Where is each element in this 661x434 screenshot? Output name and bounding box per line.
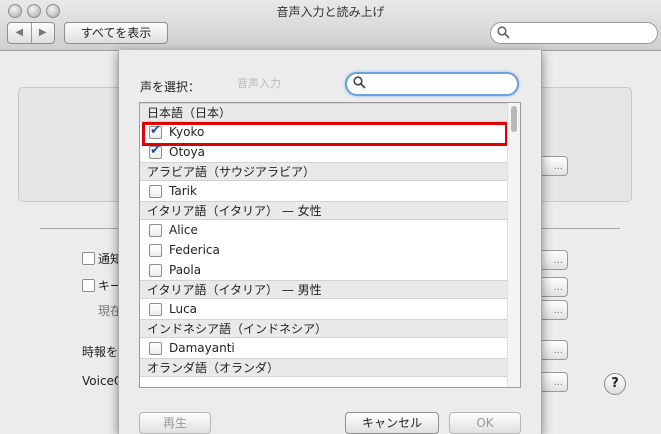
voice-list-item[interactable]: Tarik [140, 181, 507, 201]
voice-search-input[interactable] [345, 72, 519, 96]
voice-group-header: 日本語（日本） [140, 103, 507, 122]
voice-group-header: アラビア語（サウジアラビア） [140, 162, 507, 181]
back-button[interactable]: ◀ [8, 23, 31, 43]
voice-name-label: Tarik [169, 184, 197, 198]
back-forward-control: ◀ ▶ [7, 22, 55, 44]
forward-button[interactable]: ▶ [30, 23, 55, 43]
key-checkbox[interactable] [82, 279, 95, 292]
ok-button[interactable]: OK [449, 412, 521, 434]
window-title: 音声入力と読み上げ [276, 5, 385, 19]
voice-list-item[interactable]: Luca [140, 299, 507, 319]
voice-checkbox[interactable] [149, 263, 162, 277]
voice-list-item[interactable]: Paola [140, 260, 507, 280]
voice-checkbox[interactable] [149, 341, 162, 355]
voice-name-label: Damayanti [169, 341, 235, 355]
cancel-button[interactable]: キャンセル [345, 412, 439, 434]
voice-list-item[interactable]: Alice [140, 220, 507, 240]
voice-group-header: インドネシア語（インドネシア） [140, 319, 507, 338]
timesignal-label: 時報を [82, 345, 119, 359]
voice-list-item[interactable]: Federica [140, 240, 507, 260]
voice-list[interactable]: 日本語（日本）KyokoOtoyaアラビア語（サウジアラビア）Tarikイタリア… [139, 102, 521, 388]
help-button[interactable]: ? [604, 373, 626, 395]
voice-checkbox[interactable] [149, 141, 162, 161]
voice-select-sheet: 声を選択： 音声入力 日本語（日本）KyokoOtoyaアラビア語（サウジアラビ… [118, 50, 542, 434]
toolbar-search-field[interactable] [490, 22, 658, 44]
voice-checkbox[interactable] [149, 243, 162, 257]
window-titlebar: 音声入力と読み上げ ◀ ▶ すべてを表示 [0, 0, 661, 51]
voice-group-header: イタリア語（イタリア） — 女性 [140, 201, 507, 220]
search-icon [497, 26, 510, 39]
search-icon [353, 76, 366, 89]
scrollbar-thumb[interactable] [511, 106, 517, 132]
voice-checkbox[interactable] [149, 223, 162, 237]
play-button[interactable]: 再生 [139, 412, 211, 434]
voice-name-label: Alice [169, 223, 198, 237]
voice-name-label: Federica [169, 243, 220, 257]
voice-checkbox[interactable] [149, 302, 162, 316]
selection-highlight-box [142, 122, 508, 146]
voice-name-label: Paola [169, 263, 202, 277]
show-all-button[interactable]: すべてを表示 [64, 22, 168, 44]
notify-checkbox[interactable] [82, 252, 95, 265]
select-voice-label: 声を選択： [140, 80, 201, 94]
voice-list-scrollbar[interactable] [507, 103, 520, 387]
voice-group-header: オランダ語（オランダ） [140, 358, 507, 377]
voice-name-label: Luca [169, 302, 198, 316]
voice-group-header: イタリア語（イタリア） — 男性 [140, 280, 507, 299]
voice-checkbox[interactable] [149, 184, 162, 198]
ghost-tab-label: 音声入力 [237, 77, 281, 90]
voice-list-item[interactable]: Damayanti [140, 338, 507, 358]
